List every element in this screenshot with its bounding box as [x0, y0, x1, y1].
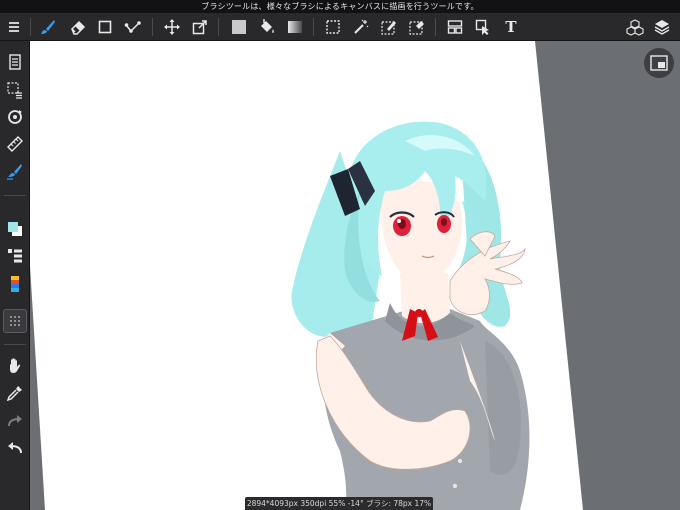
color-palette-button[interactable]	[3, 272, 27, 296]
top-toolbar: T	[0, 13, 680, 41]
paint-bucket-icon	[261, 19, 274, 33]
layers-button[interactable]	[650, 15, 674, 39]
toolbar-separator	[435, 18, 436, 36]
transform-icon	[192, 20, 207, 35]
color-button[interactable]	[3, 217, 27, 241]
brush-tool-button[interactable]	[36, 15, 60, 39]
selection-menu-icon	[7, 82, 22, 99]
rect-select-tool-button[interactable]	[321, 15, 345, 39]
fill-rectangle-icon	[232, 20, 246, 34]
layers-icon	[654, 20, 670, 35]
materials-button[interactable]	[623, 15, 647, 39]
brush-icon	[41, 20, 55, 34]
pages-button[interactable]	[3, 50, 27, 74]
eraser-icon	[71, 20, 86, 35]
text-tool-icon: T	[505, 18, 517, 36]
canvas-info-bar: 2894*4093px 350dpi 55% -14° ブラシ: 78px 17…	[245, 497, 433, 510]
select-eraser-tool-button[interactable]	[405, 15, 429, 39]
toolbar-separator	[30, 18, 31, 36]
left-sidebar	[0, 41, 30, 510]
rotate-icon	[8, 110, 22, 124]
vector-edit-tool-button[interactable]	[121, 15, 145, 39]
select-pen-tool-button[interactable]	[377, 15, 401, 39]
eyedropper-icon	[6, 386, 22, 402]
undo-button[interactable]	[3, 436, 27, 460]
ruler-icon	[7, 136, 23, 152]
navigator-icon	[650, 55, 668, 71]
color-palette-icon	[11, 276, 19, 292]
layer-list-icon	[8, 249, 22, 263]
hand-icon	[10, 358, 21, 373]
eyedropper-button[interactable]	[3, 381, 27, 405]
operation-cursor-icon	[475, 19, 489, 35]
fill-rect-tool-button[interactable]	[227, 15, 251, 39]
paint-bucket-tool-button[interactable]	[255, 15, 279, 39]
rotate-button[interactable]	[3, 105, 27, 129]
pages-icon	[9, 54, 21, 70]
artwork-canvas[interactable]	[30, 41, 680, 510]
ruler-button[interactable]	[3, 132, 27, 156]
eraser-tool-button[interactable]	[66, 15, 90, 39]
frame-divider-icon	[447, 20, 463, 34]
sidebar-separator	[4, 195, 26, 196]
toolbar-separator	[152, 18, 153, 36]
vector-edit-icon	[124, 21, 141, 33]
move-tool-button[interactable]	[160, 15, 184, 39]
transform-tool-button[interactable]	[188, 15, 212, 39]
gradient-icon	[288, 21, 302, 33]
brush-settings-icon	[7, 164, 22, 180]
toolbar-separator	[218, 18, 219, 36]
select-pen-icon	[381, 21, 396, 35]
menu-button[interactable]	[2, 15, 26, 39]
undo-icon	[8, 442, 22, 454]
move-arrows-icon	[164, 19, 180, 35]
redo-icon	[8, 415, 22, 427]
gradient-tool-button[interactable]	[283, 15, 307, 39]
sidebar-separator	[4, 344, 26, 345]
operation-tool-button[interactable]	[471, 15, 495, 39]
frame-divider-tool-button[interactable]	[443, 15, 467, 39]
canvas-area[interactable]	[30, 41, 680, 510]
hamburger-menu-icon	[9, 22, 19, 32]
layer-list-button[interactable]	[3, 244, 27, 268]
navigator-button[interactable]	[644, 48, 674, 78]
grid-button[interactable]	[3, 309, 27, 333]
text-tool-button[interactable]: T	[499, 15, 523, 39]
magic-wand-tool-button[interactable]	[349, 15, 373, 39]
brush-settings-button[interactable]	[3, 159, 27, 183]
selection-menu-button[interactable]	[3, 78, 27, 102]
tool-hint-bar: ブラシツールは、様々なブラシによるキャンバスに描画を行うツールです。	[0, 0, 680, 13]
hand-tool-button[interactable]	[3, 353, 27, 377]
redo-button[interactable]	[3, 409, 27, 433]
color-swatch-icon	[8, 222, 22, 236]
materials-cubes-icon	[626, 19, 644, 36]
rect-select-icon	[326, 20, 340, 34]
rectangle-shape-icon	[98, 20, 112, 34]
magic-wand-icon	[354, 19, 369, 34]
shape-tool-button[interactable]	[93, 15, 117, 39]
select-eraser-icon	[409, 21, 424, 35]
toolbar-separator	[313, 18, 314, 36]
grid-dots-icon	[10, 316, 20, 326]
